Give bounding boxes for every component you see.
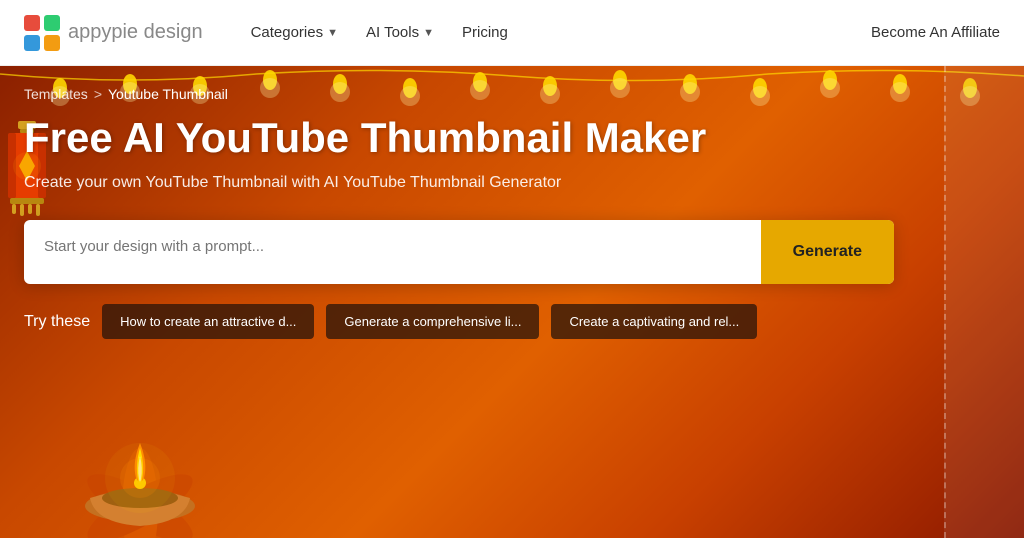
nav-ai-tools[interactable]: AI Tools ▼ (366, 24, 434, 41)
categories-arrow-icon: ▼ (327, 27, 338, 39)
nav-pricing[interactable]: Pricing (462, 24, 508, 41)
try-chip-0[interactable]: How to create an attractive d... (102, 304, 314, 339)
breadcrumb-separator: > (94, 86, 102, 102)
nav-links: Categories ▼ AI Tools ▼ Pricing (251, 24, 508, 41)
right-preview-panel (944, 66, 1024, 538)
hero-content: Templates > Youtube Thumbnail Free AI Yo… (0, 66, 944, 339)
logo-text: appypie design (68, 21, 203, 44)
nav-categories[interactable]: Categories ▼ (251, 24, 338, 41)
try-chip-1[interactable]: Generate a comprehensive li... (326, 304, 539, 339)
hero-title: Free AI YouTube Thumbnail Maker (24, 114, 920, 162)
search-bar: Generate (24, 220, 894, 284)
prompt-input[interactable] (24, 220, 761, 284)
logo-icon (24, 15, 60, 51)
hero-subtitle: Create your own YouTube Thumbnail with A… (24, 174, 920, 192)
breadcrumb-current: Youtube Thumbnail (108, 86, 228, 102)
diya-icon (40, 368, 240, 538)
generate-button[interactable]: Generate (761, 220, 894, 284)
ai-tools-arrow-icon: ▼ (423, 27, 434, 39)
breadcrumb-parent[interactable]: Templates (24, 86, 88, 102)
hero-section: Templates > Youtube Thumbnail Free AI Yo… (0, 66, 1024, 538)
try-these-label: Try these (24, 313, 90, 331)
nav-affiliate[interactable]: Become An Affiliate (871, 24, 1000, 41)
breadcrumb: Templates > Youtube Thumbnail (24, 86, 920, 102)
logo[interactable]: appypie design (24, 15, 203, 51)
try-chip-2[interactable]: Create a captivating and rel... (551, 304, 757, 339)
navbar: appypie design Categories ▼ AI Tools ▼ P… (0, 0, 1024, 66)
try-these-row: Try these How to create an attractive d.… (24, 304, 920, 339)
